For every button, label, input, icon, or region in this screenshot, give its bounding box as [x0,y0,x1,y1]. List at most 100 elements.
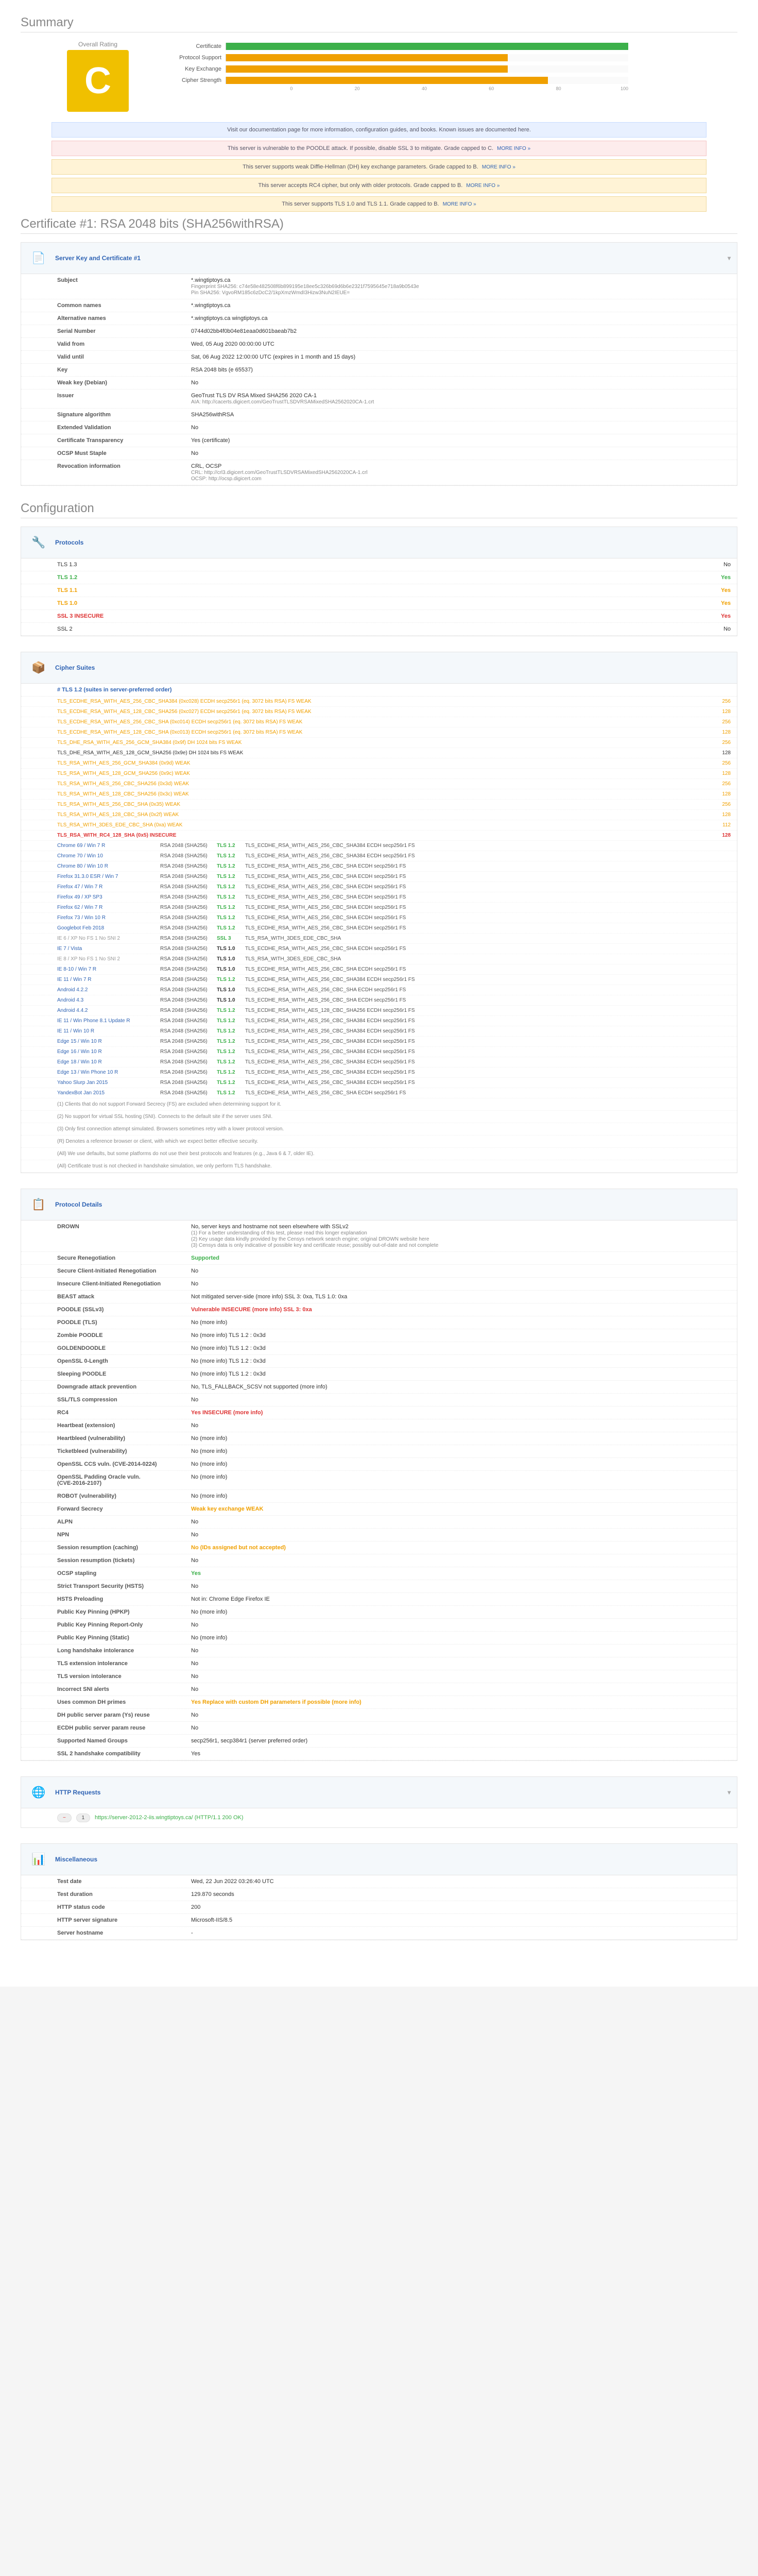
suites-card: 📦 Cipher Suites # TLS 1.2 (suites in ser… [21,652,737,1173]
kv-row: Downgrade attack preventionNo, TLS_FALLB… [21,1381,737,1394]
kv-row: Forward SecrecyWeak key exchange WEAK [21,1503,737,1516]
summary-heading: Summary [21,15,737,30]
kv-row: Valid fromWed, 05 Aug 2020 00:00:00 UTC [21,338,737,351]
kv-row: Signature algorithmSHA256withRSA [21,409,737,421]
details-icon: 📋 [27,1193,50,1216]
kv-row: DROWNNo, server keys and hostname not se… [21,1221,737,1252]
kv-row: Server hostname- [21,1927,737,1940]
client-link[interactable]: Firefox 31.3.0 ESR / Win 7 [57,874,160,879]
client-link[interactable]: Firefox 49 / XP SP3 [57,894,160,900]
kv-row: OpenSSL CCS vuln. (CVE-2014-0224)No (mor… [21,1458,737,1471]
kv-row: HTTP server signatureMicrosoft-IIS/8.5 [21,1914,737,1927]
kv-row: ECDH public server param reuseNo [21,1722,737,1735]
client-link[interactable]: Firefox 47 / Win 7 R [57,884,160,890]
kv-row: Uses common DH primesYes Replace with cu… [21,1696,737,1709]
client-link[interactable]: Edge 16 / Win 10 R [57,1049,160,1055]
kv-row: Extended ValidationNo [21,421,737,434]
kv-row: Session resumption (tickets)No [21,1554,737,1567]
kv-row: Subject*.wingtiptoys.caFingerprint SHA25… [21,274,737,299]
client-link[interactable]: Edge 18 / Win 10 R [57,1059,160,1065]
client-link[interactable]: IE 8 / XP No FS 1 No SNI 2 [57,956,160,962]
banner: This server supports weak Diffie-Hellman… [51,159,707,175]
banner: This server is vulnerable to the POODLE … [51,141,707,156]
client-link[interactable]: Chrome 80 / Win 10 R [57,863,160,869]
kv-row: HTTP status code200 [21,1901,737,1914]
client-link[interactable]: Android 4.4.2 [57,1008,160,1013]
kv-row: Test dateWed, 22 Jun 2022 03:26:40 UTC [21,1875,737,1888]
collapse-icon[interactable]: ▾ [728,1789,731,1796]
client-link[interactable]: Chrome 69 / Win 7 R [57,843,160,849]
kv-row: OCSP staplingYes [21,1567,737,1580]
score-bars: Certificate Protocol Support Key Exchang… [165,41,628,91]
grade-badge: C [67,50,129,112]
client-link[interactable]: Android 4.3 [57,997,160,1003]
kv-row: TLS extension intoleranceNo [21,1657,737,1670]
client-link[interactable]: Yahoo Slurp Jan 2015 [57,1080,160,1086]
client-link[interactable]: YandexBot Jan 2015 [57,1090,160,1096]
http-icon: 🌐 [27,1781,50,1804]
kv-row: Weak key (Debian)No [21,377,737,389]
bar-label: Cipher Strength [165,77,221,83]
client-link[interactable]: Android 4.2.2 [57,987,160,993]
client-link[interactable]: IE 11 / Win Phone 8.1 Update R [57,1018,160,1024]
http-title: HTTP Requests [55,1789,100,1796]
banner: Visit our documentation page for more in… [51,122,707,138]
more-link[interactable]: MORE INFO » [497,146,530,151]
kv-row: HSTS PreloadingNot in: Chrome Edge Firef… [21,1593,737,1606]
bar-label: Certificate [165,43,221,49]
kv-row: Supported Named Groupssecp256r1, secp384… [21,1735,737,1748]
client-link[interactable]: IE 6 / XP No FS 1 No SNI 2 [57,936,160,941]
client-link[interactable]: IE 7 / Vista [57,946,160,952]
misc-icon: 📊 [27,1848,50,1871]
kv-row: ROBOT (vulnerability)No (more info) [21,1490,737,1503]
http-card: 🌐 HTTP Requests ▾ − 1 https://server-201… [21,1776,737,1828]
more-link[interactable]: MORE INFO » [443,201,476,207]
suites-title: Cipher Suites [55,664,95,671]
client-link[interactable]: Chrome 70 / Win 10 [57,853,160,859]
cert-card-title: Server Key and Certificate #1 [55,255,141,262]
http-url[interactable]: https://server-2012-2-iis.wingtiptoys.ca… [95,1815,244,1821]
misc-title: Miscellaneous [55,1856,97,1863]
more-link[interactable]: MORE INFO » [466,183,499,189]
config-heading: Configuration [21,501,737,516]
kv-row: Insecure Client-Initiated RenegotiationN… [21,1278,737,1291]
kv-row: NPNNo [21,1529,737,1541]
client-link[interactable]: Googlebot Feb 2018 [57,925,160,931]
kv-row: OpenSSL Padding Oracle vuln.(CVE-2016-21… [21,1471,737,1490]
more-link[interactable]: MORE INFO » [482,164,515,170]
protocols-card: 🔧 Protocols TLS 1.3NoTLS 1.2YesTLS 1.1Ye… [21,527,737,636]
client-link[interactable]: Edge 13 / Win Phone 10 R [57,1070,160,1075]
client-link[interactable]: IE 8-10 / Win 7 R [57,967,160,972]
client-link[interactable]: Firefox 73 / Win 10 R [57,915,160,921]
client-link[interactable]: IE 11 / Win 7 R [57,977,160,982]
details-card: 📋 Protocol Details DROWNNo, server keys … [21,1189,737,1761]
client-link[interactable]: IE 11 / Win 10 R [57,1028,160,1034]
kv-row: Certificate TransparencyYes (certificate… [21,434,737,447]
client-link[interactable]: Edge 15 / Win 10 R [57,1039,160,1044]
kv-row: Ticketbleed (vulnerability)No (more info… [21,1445,737,1458]
client-link[interactable]: Firefox 62 / Win 7 R [57,905,160,910]
misc-card: 📊 Miscellaneous Test dateWed, 22 Jun 202… [21,1843,737,1940]
kv-row: BEAST attackNot mitigated server-side (m… [21,1291,737,1303]
kv-row: Heartbleed (vulnerability)No (more info) [21,1432,737,1445]
collapse-icon[interactable]: ▾ [728,255,731,262]
kv-row: Secure Client-Initiated RenegotiationNo [21,1265,737,1278]
kv-row: Strict Transport Security (HSTS)No [21,1580,737,1593]
bar-label: Protocol Support [165,55,221,61]
kv-row: Alternative names*.wingtiptoys.ca wingti… [21,312,737,325]
kv-row: DH public server param (Ys) reuseNo [21,1709,737,1722]
cert-icon: 📄 [27,247,50,269]
kv-row: Secure RenegotiationSupported [21,1252,737,1265]
kv-row: Public Key Pinning (HPKP)No (more info) [21,1606,737,1619]
cert-card: 📄 Server Key and Certificate #1 ▾ Subjec… [21,242,737,486]
minus-icon[interactable]: − [57,1814,72,1822]
kv-row: Public Key Pinning (Static)No (more info… [21,1632,737,1645]
protocols-title: Protocols [55,539,83,546]
bar-label: Key Exchange [165,66,221,72]
overall-label: Overall Rating [51,41,144,48]
kv-row: Long handshake intoleranceNo [21,1645,737,1657]
kv-row: Common names*.wingtiptoys.ca [21,299,737,312]
kv-row: SSL/TLS compressionNo [21,1394,737,1406]
kv-row: POODLE (TLS)No (more info) [21,1316,737,1329]
kv-row: Public Key Pinning Report-OnlyNo [21,1619,737,1632]
